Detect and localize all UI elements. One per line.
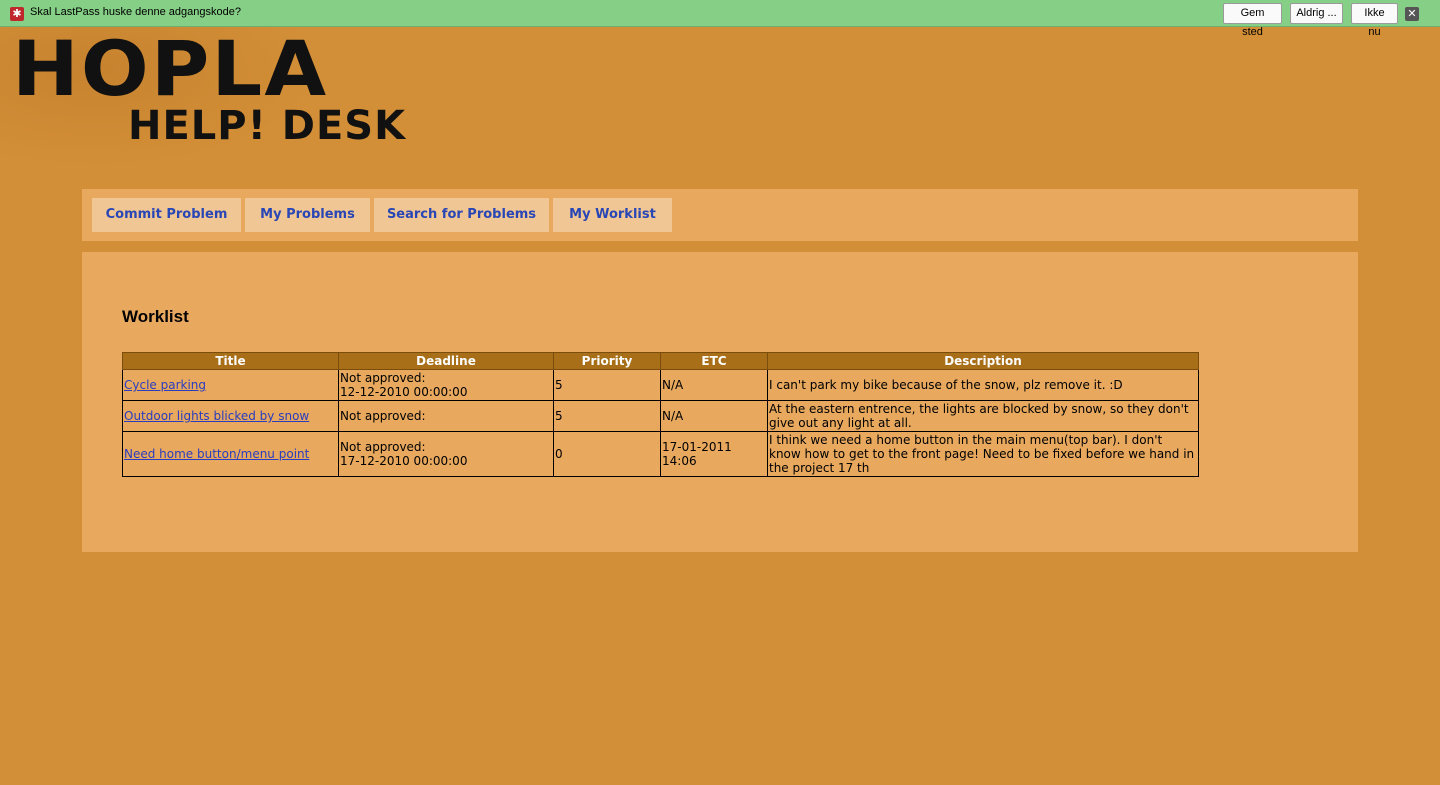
lastpass-asterisk-icon: ✱ <box>10 7 24 21</box>
column-header-title: Title <box>122 352 339 370</box>
deadline-date: 12-12-2010 00:00:00 <box>340 385 468 399</box>
menu-item-my-problems[interactable]: My Problems <box>245 198 370 232</box>
never-button[interactable]: Aldrig ... <box>1290 3 1343 24</box>
table-header-row: Title Deadline Priority ETC Description <box>122 352 1199 370</box>
page-title: Worklist <box>122 307 189 326</box>
close-icon[interactable]: ✕ <box>1405 7 1419 21</box>
problem-link[interactable]: Outdoor lights blicked by snow <box>124 409 309 423</box>
row-etc-cell: 17-01-2011 14:06 <box>660 431 768 477</box>
deadline-status: Not approved: <box>340 409 426 423</box>
row-etc-cell: N/A <box>660 400 768 432</box>
row-description-cell: At the eastern entrence, the lights are … <box>767 400 1199 432</box>
column-header-priority: Priority <box>553 352 661 370</box>
table-row: Cycle parking Not approved: 12-12-2010 00… <box>122 369 1199 401</box>
problem-link[interactable]: Cycle parking <box>124 378 206 392</box>
row-title-cell: Need home button/menu point <box>122 431 339 477</box>
problem-link[interactable]: Need home button/menu point <box>124 447 309 461</box>
row-deadline-cell: Not approved: 12-12-2010 00:00:00 <box>338 369 554 401</box>
logo-help-desk: HELP! DESK <box>128 103 407 149</box>
menu-item-search-for-problems[interactable]: Search for Problems <box>374 198 549 232</box>
row-priority-cell: 5 <box>553 369 661 401</box>
column-header-etc: ETC <box>660 352 768 370</box>
save-site-button[interactable]: Gem sted <box>1223 3 1282 38</box>
deadline-status: Not approved: <box>340 371 426 385</box>
not-now-button[interactable]: Ikke nu <box>1351 3 1398 38</box>
table-row: Outdoor lights blicked by snow Not appro… <box>122 400 1199 432</box>
main-menu: Commit Problem My Problems Search for Pr… <box>82 189 1358 241</box>
row-deadline-cell: Not approved: 17-12-2010 00:00:00 <box>338 431 554 477</box>
row-deadline-cell: Not approved: <box>338 400 554 432</box>
row-title-cell: Cycle parking <box>122 369 339 401</box>
row-description-cell: I can't park my bike because of the snow… <box>767 369 1199 401</box>
row-description-cell: I think we need a home button in the mai… <box>767 431 1199 477</box>
table-row: Need home button/menu point Not approved… <box>122 431 1199 477</box>
logo-hopla[interactable]: HOPLA <box>12 31 328 107</box>
row-priority-cell: 0 <box>553 431 661 477</box>
worklist-table: Title Deadline Priority ETC Description … <box>122 352 1199 477</box>
lastpass-notification-bar: ✱ Skal LastPass huske denne adgangskode?… <box>0 0 1440 38</box>
content-panel: Worklist Title Deadline Priority ETC Des… <box>82 252 1358 552</box>
deadline-date: 17-12-2010 00:00:00 <box>340 454 468 468</box>
deadline-status: Not approved: <box>340 440 426 454</box>
column-header-deadline: Deadline <box>338 352 554 370</box>
column-header-description: Description <box>767 352 1199 370</box>
lastpass-prompt: Skal LastPass huske denne adgangskode? <box>30 6 241 18</box>
row-priority-cell: 5 <box>553 400 661 432</box>
menu-item-commit-problem[interactable]: Commit Problem <box>92 198 241 232</box>
menu-item-my-worklist[interactable]: My Worklist <box>553 198 672 232</box>
row-title-cell: Outdoor lights blicked by snow <box>122 400 339 432</box>
row-etc-cell: N/A <box>660 369 768 401</box>
